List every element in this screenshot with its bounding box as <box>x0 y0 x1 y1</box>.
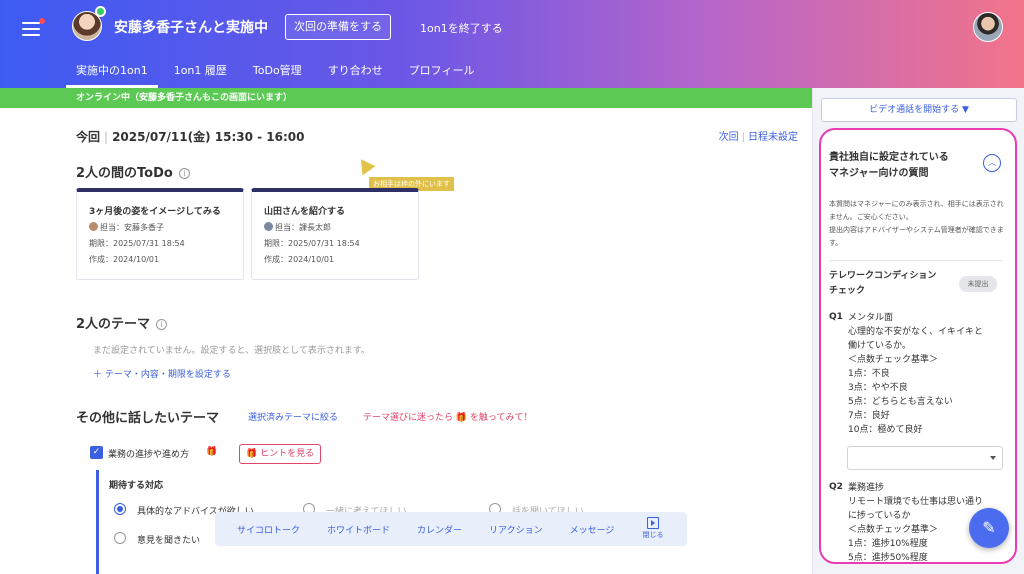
questions-title-line2: マネジャー向けの質問 <box>829 168 929 179</box>
todo-card[interactable]: 3ヶ月後の姿をイメージしてみる 担当：安藤多香子 期限：2025/07/31 1… <box>76 188 244 280</box>
online-indicator-icon <box>95 6 106 17</box>
bottom-toolbar: サイコロトーク ホワイトボード カレンダー リアクション メッセージ 閉じる <box>215 512 687 546</box>
q1-line: 働けているか。 <box>848 341 911 351</box>
next-schedule-value[interactable]: 日程未設定 <box>748 132 798 143</box>
show-hint-button[interactable]: 🎁 ヒントを見る <box>239 444 322 464</box>
assignee-avatar <box>264 222 273 231</box>
hint-prompt-link[interactable]: テーマ選びに迷ったら 🎁 を触ってみて！ <box>363 410 532 423</box>
right-panel: ビデオ通話を開始する ▼ 貴社独自に設定されている マネジャー向けの質問 ︿ 本… <box>812 88 1024 574</box>
partner-pointer-icon <box>354 154 376 176</box>
todo-card-assignee: 担当：課長太郎 <box>264 222 418 233</box>
q1-line: 3点：やや不良 <box>848 383 908 393</box>
radio-label-opinion[interactable]: 意見を聞きたい <box>137 533 200 546</box>
next-label[interactable]: 次回 <box>719 132 739 143</box>
radio-opinion[interactable] <box>114 532 126 544</box>
divider <box>829 260 1003 261</box>
tab-todo[interactable]: ToDo管理 <box>253 58 302 88</box>
main-content: 今回 | 2025/07/11(金) 15:30 - 16:00 次回 | 日程未設定 … <box>0 108 812 574</box>
app-header: 安藤多香子さんと実施中 次回の準備をする 1on1を終了する 実施中の1on1 … <box>0 0 1024 88</box>
todo-card-due: 期限：2025/07/31 18:54 <box>264 239 360 248</box>
toolbar-message[interactable]: メッセージ <box>570 523 615 536</box>
theme-empty-text: まだ設定されていません。設定すると、選択肢として表示されます。 <box>93 346 370 356</box>
theme-checkbox-label[interactable]: 業務の進捗や進め方 <box>108 447 189 460</box>
user-avatar[interactable] <box>973 12 1003 42</box>
theme-title: 2人のテーマ <box>76 317 151 332</box>
tab-history[interactable]: 1on1 履歴 <box>174 58 227 88</box>
q1-number: Q1 <box>829 312 843 322</box>
questions-title: 貴社独自に設定されている マネジャー向けの質問 <box>829 150 979 182</box>
q1-line: 10点：極めて良好 <box>848 425 923 435</box>
session-label: 今回 <box>76 130 101 144</box>
q1-line: 心理的な不安がなく、イキイキと <box>848 327 984 337</box>
q1-line: ＜点数チェック基準＞ <box>848 355 939 365</box>
q1-line: メンタル面 <box>848 313 894 323</box>
tab-profile[interactable]: プロフィール <box>409 58 475 88</box>
toolbar-whiteboard[interactable]: ホワイトボード <box>327 523 390 536</box>
questions-title-line1: 貴社独自に設定されている <box>829 152 949 163</box>
toolbar-dice-talk[interactable]: サイコロトーク <box>237 523 300 536</box>
chevron-down-icon <box>990 456 996 460</box>
q2-line: 業務進捗 <box>848 483 885 493</box>
other-theme-title: その他に話したいテーマ <box>76 411 220 426</box>
q1-score-select[interactable] <box>847 446 1003 470</box>
info-icon[interactable]: i <box>178 168 190 179</box>
tab-current-1on1[interactable]: 実施中の1on1 <box>66 58 158 88</box>
end-1on1-button[interactable]: 1on1を終了する <box>420 20 503 36</box>
q1-line: 5点：どちらとも言えない <box>848 397 953 407</box>
start-video-button[interactable]: ビデオ通話を開始する ▼ <box>821 98 1017 122</box>
todo-card[interactable]: 山田さんを紹介する 担当：課長太郎 期限：2025/07/31 18:54 作成… <box>251 188 419 280</box>
toolbar-close-label: 閉じる <box>642 531 664 539</box>
todo-card-title: 山田さんを紹介する <box>264 207 346 217</box>
panel-close-icon <box>647 517 659 529</box>
session-datetime-value: 2025/07/11(金) 15:30 - 16:00 <box>112 130 305 144</box>
expect-title: 期待する対応 <box>109 481 164 491</box>
todo-card-created: 作成：2024/10/01 <box>264 255 335 264</box>
gift-icon[interactable]: 🎁 <box>206 447 217 457</box>
online-status-bar: オンライン中（安藤多香子さんもこの画面にいます） <box>0 88 812 108</box>
todo-card-assignee: 担当：安藤多香子 <box>89 222 243 233</box>
radio-advice[interactable] <box>114 503 126 515</box>
hamburger-menu-icon[interactable] <box>22 18 45 36</box>
todo-title: 2人の間のToDo <box>76 166 173 181</box>
toolbar-close-button[interactable]: 閉じる <box>641 515 665 540</box>
toolbar-reaction[interactable]: リアクション <box>489 523 543 536</box>
q1-text: メンタル面 心理的な不安がなく、イキイキと 働けているか。 ＜点数チェック基準＞… <box>848 311 1008 437</box>
app-window: 安藤多香子さんと実施中 次回の準備をする 1on1を終了する 実施中の1on1 … <box>0 0 1024 574</box>
info-icon[interactable]: i <box>156 319 168 330</box>
todo-card-due: 期限：2025/07/31 18:54 <box>89 239 185 248</box>
q1-line: 7点：良好 <box>848 411 890 421</box>
tab-alignment[interactable]: すり合わせ <box>328 58 383 88</box>
questions-description: 本質問はマネジャーにのみ表示され、相手には表示されません。ご安心ください。 提出… <box>829 200 1004 247</box>
q1-line: 1点：不良 <box>848 369 890 379</box>
notification-dot <box>39 18 45 24</box>
q2-number: Q2 <box>829 482 843 492</box>
collapse-toggle-icon[interactable]: ︿ <box>983 154 1001 172</box>
todo-card-title: 3ヶ月後の姿をイメージしてみる <box>89 207 221 217</box>
theme-section-title: 2人のテーマ i <box>76 313 168 332</box>
status-badge: 未提出 <box>959 276 997 292</box>
q2-line: リモート環境でも仕事は思い通り <box>848 497 984 507</box>
q2-line: 5点：進捗50%程度 <box>848 553 928 563</box>
session-datetime: 今回 | 2025/07/11(金) 15:30 - 16:00 <box>76 130 305 144</box>
theme-checkbox[interactable]: ✓ <box>90 446 103 459</box>
manager-questions-panel: 貴社独自に設定されている マネジャー向けの質問 ︿ 本質問はマネジャーにのみ表示… <box>819 128 1017 564</box>
todo-card-created: 作成：2024/10/01 <box>89 255 160 264</box>
next-session: 次回 | 日程未設定 <box>718 132 798 143</box>
edit-fab-button[interactable]: ✎ <box>969 508 1009 548</box>
assignee-avatar <box>89 222 98 231</box>
add-theme-link[interactable]: ＋ テーマ・内容・期限を設定する <box>93 367 231 380</box>
session-title: 安藤多香子さんと実施中 <box>114 20 268 36</box>
question-set-title: テレワークコンディション チェック <box>829 271 937 296</box>
toolbar-calendar[interactable]: カレンダー <box>417 523 462 536</box>
expect-indicator <box>96 470 99 574</box>
todo-section-title: 2人の間のToDo i <box>76 162 190 181</box>
main-tabs: 実施中の1on1 1on1 履歴 ToDo管理 すり合わせ プロフィール <box>66 58 500 88</box>
prepare-next-button[interactable]: 次回の準備をする <box>285 14 391 40</box>
filter-selected-link[interactable]: 選択済みテーマに絞る <box>248 410 338 423</box>
